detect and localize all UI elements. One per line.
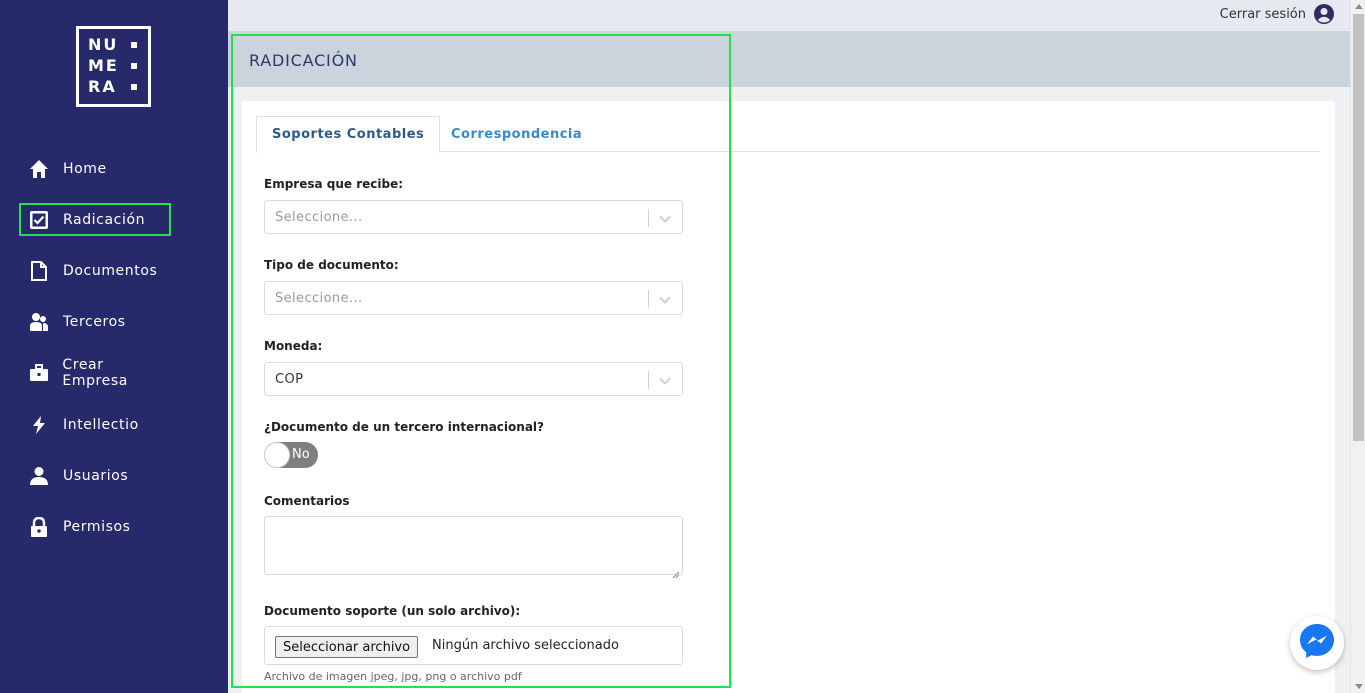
messenger-chat-button[interactable] bbox=[1290, 616, 1344, 670]
chevron-down-icon bbox=[658, 211, 672, 225]
tab-bar: Soportes Contables Correspondencia bbox=[256, 116, 1320, 153]
logo-dot bbox=[131, 63, 137, 69]
user-circle-icon bbox=[1314, 4, 1334, 24]
scroll-down-icon[interactable] bbox=[1355, 684, 1363, 689]
scroll-up-icon[interactable] bbox=[1355, 4, 1363, 9]
toggle-knob bbox=[264, 442, 290, 468]
scrollbar-thumb[interactable] bbox=[1353, 14, 1364, 441]
sidebar-item-home[interactable]: Home bbox=[19, 152, 171, 185]
empresa-select[interactable]: Seleccione... bbox=[264, 200, 683, 234]
tab-soportes-contables[interactable]: Soportes Contables bbox=[256, 116, 441, 153]
sidebar-item-permisos[interactable]: Permisos bbox=[19, 510, 171, 543]
logo-row-3: RA bbox=[88, 77, 117, 96]
sidebar-item-label: Permisos bbox=[63, 518, 131, 535]
file-hint: Archivo de imagen jpeg, jpg, png o archi… bbox=[264, 670, 522, 683]
tipo-documento-select[interactable]: Seleccione... bbox=[264, 281, 683, 315]
empresa-label: Empresa que recibe: bbox=[264, 177, 404, 191]
sidebar-item-label: Documentos bbox=[63, 262, 158, 279]
sidebar-item-documentos[interactable]: Documentos bbox=[19, 254, 171, 287]
soporte-file-input[interactable]: Seleccionar archivo Ningún archivo selec… bbox=[264, 626, 683, 665]
moneda-label: Moneda: bbox=[264, 339, 323, 353]
comentarios-label: Comentarios bbox=[264, 494, 350, 508]
numera-logo[interactable]: NU ME RA bbox=[76, 26, 151, 107]
document-icon bbox=[28, 260, 50, 282]
file-status: Ningún archivo seleccionado bbox=[432, 638, 619, 653]
messenger-icon bbox=[1297, 621, 1337, 665]
home-icon bbox=[28, 158, 50, 180]
form-card: Soportes Contables Correspondencia Empre… bbox=[242, 101, 1335, 693]
empresa-select-value: Seleccione... bbox=[275, 210, 363, 225]
sidebar-item-label: Usuarios bbox=[63, 467, 129, 484]
comentarios-textarea[interactable] bbox=[264, 516, 683, 579]
logout-label: Cerrar sesión bbox=[1219, 6, 1306, 22]
sidebar-item-label: Home bbox=[63, 160, 107, 177]
user-icon bbox=[28, 465, 50, 487]
briefcase-icon bbox=[28, 362, 49, 384]
tipo-documento-label: Tipo de documento: bbox=[264, 258, 399, 272]
logo-row-2: ME bbox=[88, 56, 119, 75]
moneda-select-value: COP bbox=[275, 372, 304, 387]
sidebar-item-label: Terceros bbox=[63, 313, 126, 330]
sidebar-item-label: Radicación bbox=[63, 211, 146, 228]
logout-button[interactable]: Cerrar sesión bbox=[1220, 4, 1334, 24]
tab-correspondencia[interactable]: Correspondencia bbox=[436, 116, 597, 152]
select-file-button[interactable]: Seleccionar archivo bbox=[275, 636, 419, 658]
page-title: RADICACIÓN bbox=[249, 51, 358, 70]
sidebar: NU ME RA Home Radicación Documentos Terc… bbox=[0, 0, 228, 693]
sidebar-item-label: Crear Empresa bbox=[62, 356, 128, 389]
sidebar-item-label: Intellectio bbox=[63, 416, 139, 433]
resize-grip-icon[interactable] bbox=[672, 564, 680, 579]
select-separator bbox=[648, 371, 649, 389]
internacional-toggle[interactable]: No bbox=[264, 442, 318, 468]
bolt-icon bbox=[28, 414, 50, 436]
chevron-down-icon bbox=[658, 373, 672, 387]
internacional-label: ¿Documento de un tercero internacional? bbox=[264, 420, 544, 434]
sidebar-item-crear-empresa[interactable]: Crear Empresa bbox=[19, 356, 171, 389]
main-content: RADICACIÓN Soportes Contables Correspond… bbox=[228, 31, 1350, 693]
sidebar-item-usuarios[interactable]: Usuarios bbox=[19, 459, 171, 492]
lock-icon bbox=[28, 516, 50, 538]
page-header: RADICACIÓN bbox=[228, 31, 1350, 87]
sidebar-item-terceros[interactable]: Terceros bbox=[19, 305, 171, 338]
logo-dot bbox=[131, 42, 137, 48]
logo-dot bbox=[131, 84, 137, 90]
soporte-label: Documento soporte (un solo archivo): bbox=[264, 604, 521, 618]
people-icon bbox=[28, 311, 50, 333]
chevron-down-icon bbox=[658, 292, 672, 306]
select-separator bbox=[648, 290, 649, 308]
vertical-scrollbar[interactable] bbox=[1350, 0, 1365, 693]
select-separator bbox=[648, 209, 649, 227]
moneda-select[interactable]: COP bbox=[264, 362, 683, 396]
tipo-documento-select-value: Seleccione... bbox=[275, 291, 363, 306]
sidebar-item-radicacion[interactable]: Radicación bbox=[19, 203, 171, 236]
toggle-text: No bbox=[292, 447, 310, 462]
logo-row-1: NU bbox=[88, 35, 119, 54]
topbar: Cerrar sesión bbox=[228, 0, 1350, 31]
checkbox-icon bbox=[28, 209, 50, 231]
sidebar-item-intellectio[interactable]: Intellectio bbox=[19, 408, 171, 441]
